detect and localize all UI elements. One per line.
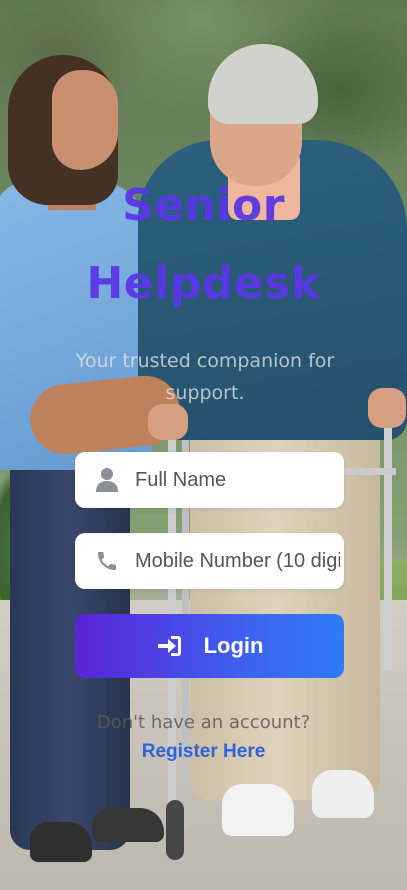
app-title-line2: Helpdesk	[86, 258, 321, 309]
mobile-number-field[interactable]	[75, 533, 344, 589]
login-button-label: Login	[203, 633, 264, 658]
full-name-field[interactable]	[75, 452, 344, 508]
phone-icon	[93, 547, 121, 575]
user-icon	[93, 466, 121, 494]
full-name-input[interactable]	[135, 468, 340, 492]
login-button[interactable]: Login	[75, 614, 344, 678]
register-link[interactable]: Register Here	[0, 741, 407, 763]
login-screen: Senior Helpdesk Your trusted companion f…	[0, 0, 407, 890]
app-title-line1: Senior	[122, 180, 285, 231]
sign-in-icon	[156, 633, 182, 659]
mobile-number-input[interactable]	[135, 549, 340, 573]
no-account-text: Don't have an account?	[96, 712, 311, 733]
app-subtitle: Your trusted companion for support.	[75, 350, 335, 404]
